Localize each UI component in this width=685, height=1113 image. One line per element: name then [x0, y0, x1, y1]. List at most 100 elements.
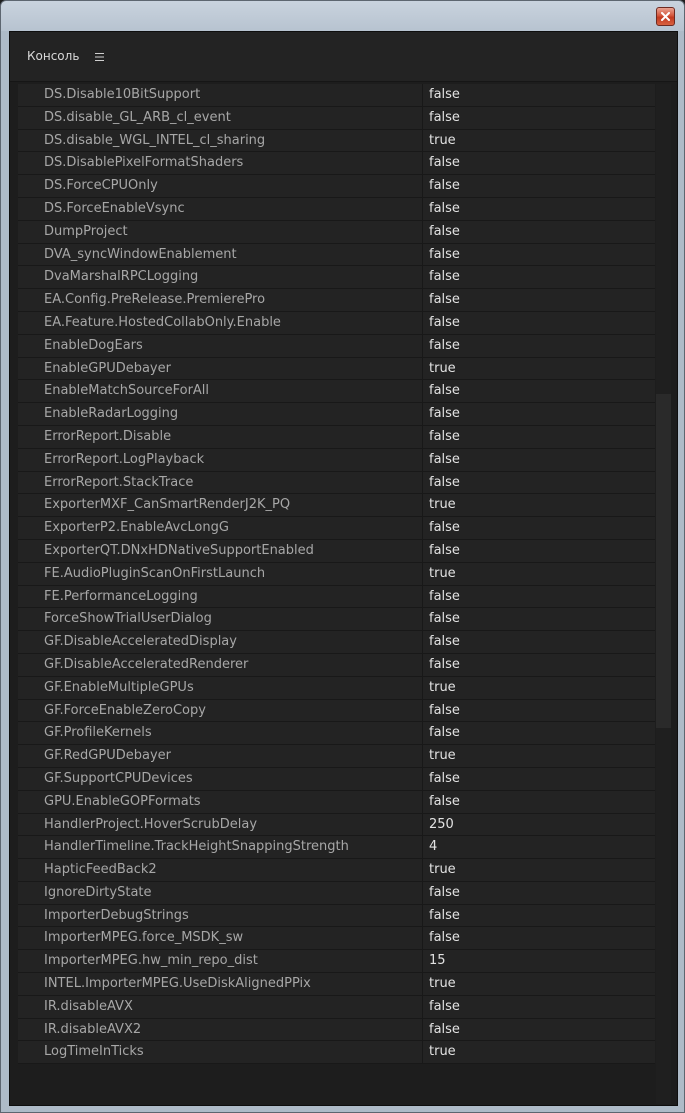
close-button[interactable] [656, 7, 675, 26]
variable-value[interactable]: false [423, 882, 655, 904]
table-row[interactable]: IR.disableAVX2 false [18, 1018, 655, 1042]
table-row[interactable]: GF.RedGPUDebayer true [18, 745, 655, 768]
variable-value[interactable]: false [423, 335, 655, 357]
variable-value[interactable]: false [423, 700, 655, 722]
variable-value[interactable]: false [423, 84, 655, 106]
table-row[interactable]: DS.DisablePixelFormatShaders false [18, 152, 655, 176]
table-row[interactable]: ExporterP2.EnableAvcLongG false [18, 517, 655, 540]
table-row[interactable]: LogTimeInTicks true [18, 1041, 655, 1065]
variable-name: GF.DisableAcceleratedRenderer [18, 653, 423, 676]
variable-value[interactable]: false [423, 289, 655, 311]
close-icon [661, 12, 670, 21]
table-row[interactable]: EA.Feature.HostedCollabOnly.Enable false [18, 311, 655, 335]
table-row[interactable]: EnableGPUDebayer true [18, 357, 655, 381]
variable-value[interactable]: false [423, 768, 655, 790]
table-row[interactable]: HandlerTimeline.TrackHeightSnappingStren… [18, 836, 655, 860]
table-row[interactable]: HandlerProject.HoverScrubDelay 250 [18, 813, 655, 837]
variable-value[interactable]: false [423, 426, 655, 448]
variable-value[interactable]: false [423, 266, 655, 288]
variable-value[interactable]: true [423, 358, 655, 380]
variable-value[interactable]: false [423, 1019, 655, 1041]
variable-name: HandlerTimeline.TrackHeightSnappingStren… [18, 836, 423, 859]
variable-name: GF.RedGPUDebayer [18, 745, 423, 767]
variable-name: ErrorReport.LogPlayback [18, 448, 423, 471]
variable-value[interactable]: 4 [423, 836, 655, 858]
variable-value[interactable]: false [423, 722, 655, 744]
table-row[interactable]: EnableDogEars false [18, 334, 655, 358]
variable-value[interactable]: false [423, 608, 655, 630]
table-row[interactable]: EnableRadarLogging false [18, 403, 655, 426]
variable-value[interactable]: false [423, 198, 655, 220]
table-row[interactable]: EA.Config.PreRelease.PremierePro false [18, 289, 655, 312]
table-row[interactable]: GF.DisableAcceleratedRenderer false [18, 653, 655, 677]
variable-value[interactable]: 250 [423, 814, 655, 836]
variable-value[interactable]: false [423, 791, 655, 813]
variable-name: INTEL.ImporterMPEG.UseDiskAlignedPPix [18, 973, 423, 995]
variable-value[interactable]: false [423, 586, 655, 608]
table-row[interactable]: GF.ForceEnableZeroCopy false [18, 699, 655, 723]
table-row[interactable]: GF.DisableAcceleratedDisplay false [18, 631, 655, 654]
table-row[interactable]: DumpProject false [18, 220, 655, 244]
table-row[interactable]: FE.AudioPluginScanOnFirstLaunch true [18, 562, 655, 586]
variable-value[interactable]: false [423, 107, 655, 129]
table-row[interactable]: DS.disable_GL_ARB_cl_event false [18, 106, 655, 130]
variable-value[interactable]: false [423, 152, 655, 174]
table-row[interactable]: GF.ProfileKernels false [18, 722, 655, 746]
scrollbar-thumb[interactable] [656, 394, 671, 728]
variable-name: FE.AudioPluginScanOnFirstLaunch [18, 562, 423, 585]
table-row[interactable]: ExporterQT.DNxHDNativeSupportEnabled fals… [18, 539, 655, 563]
variable-name: HapticFeedBack2 [18, 859, 423, 881]
variable-value[interactable]: 15 [423, 950, 655, 972]
variable-name: DS.disable_WGL_INTEL_cl_sharing [18, 129, 423, 152]
table-row[interactable]: IR.disableAVX false [18, 995, 655, 1019]
table-row[interactable]: ForceShowTrialUserDialog false [18, 608, 655, 632]
variable-value[interactable]: false [423, 905, 655, 927]
table-row[interactable]: IgnoreDirtyState false [18, 881, 655, 905]
variable-value[interactable]: false [423, 927, 655, 949]
variable-name: IgnoreDirtyState [18, 881, 423, 904]
table-row[interactable]: ErrorReport.Disable false [18, 425, 655, 449]
variable-value[interactable]: true [423, 130, 655, 152]
variable-value[interactable]: false [423, 244, 655, 266]
variable-value[interactable]: true [423, 1041, 655, 1063]
table-row[interactable]: GF.EnableMultipleGPUs true [18, 676, 655, 700]
table-row[interactable]: ImporterMPEG.force_MSDK_sw false [18, 927, 655, 951]
table-row[interactable]: ExporterMXF_CanSmartRenderJ2K_PQ true [18, 494, 655, 518]
variable-name: IR.disableAVX2 [18, 1018, 423, 1041]
table-row[interactable]: DS.ForceEnableVsync false [18, 197, 655, 221]
variable-value[interactable]: true [423, 745, 655, 767]
variable-value[interactable]: false [423, 312, 655, 334]
table-row[interactable]: ErrorReport.StackTrace false [18, 471, 655, 495]
variable-value[interactable]: false [423, 654, 655, 676]
table-row[interactable]: GF.SupportCPUDevices false [18, 767, 655, 791]
variable-value[interactable]: true [423, 677, 655, 699]
table-row[interactable]: DS.disable_WGL_INTEL_cl_sharing true [18, 129, 655, 153]
table-row[interactable]: DS.Disable10BitSupport false [18, 84, 655, 107]
hamburger-menu-icon[interactable] [95, 52, 105, 62]
table-row[interactable]: GPU.EnableGOPFormats false [18, 790, 655, 814]
variable-value[interactable]: false [423, 996, 655, 1018]
variable-value[interactable]: false [423, 517, 655, 539]
table-row[interactable]: HapticFeedBack2 true [18, 859, 655, 882]
table-row[interactable]: EnableMatchSourceForAll false [18, 380, 655, 404]
variable-value[interactable]: false [423, 403, 655, 425]
table-row[interactable]: DS.ForceCPUOnly false [18, 175, 655, 198]
variable-value[interactable]: true [423, 494, 655, 516]
table-row[interactable]: ErrorReport.LogPlayback false [18, 448, 655, 472]
table-row[interactable]: FE.PerformanceLogging false [18, 585, 655, 609]
variable-value[interactable]: true [423, 973, 655, 995]
table-row[interactable]: DvaMarshalRPCLogging false [18, 266, 655, 290]
variable-value[interactable]: false [423, 449, 655, 471]
table-row[interactable]: INTEL.ImporterMPEG.UseDiskAlignedPPix tru… [18, 973, 655, 996]
variable-value[interactable]: false [423, 540, 655, 562]
variable-value[interactable]: false [423, 631, 655, 653]
variable-value[interactable]: false [423, 175, 655, 197]
variable-value[interactable]: false [423, 221, 655, 243]
variable-value[interactable]: false [423, 472, 655, 494]
variable-value[interactable]: false [423, 380, 655, 402]
table-row[interactable]: ImporterMPEG.hw_min_repo_dist 15 [18, 950, 655, 974]
variable-value[interactable]: true [423, 859, 655, 881]
variable-value[interactable]: true [423, 563, 655, 585]
table-row[interactable]: DVA_syncWindowEnablement false [18, 243, 655, 267]
table-row[interactable]: ImporterDebugStrings false [18, 904, 655, 928]
